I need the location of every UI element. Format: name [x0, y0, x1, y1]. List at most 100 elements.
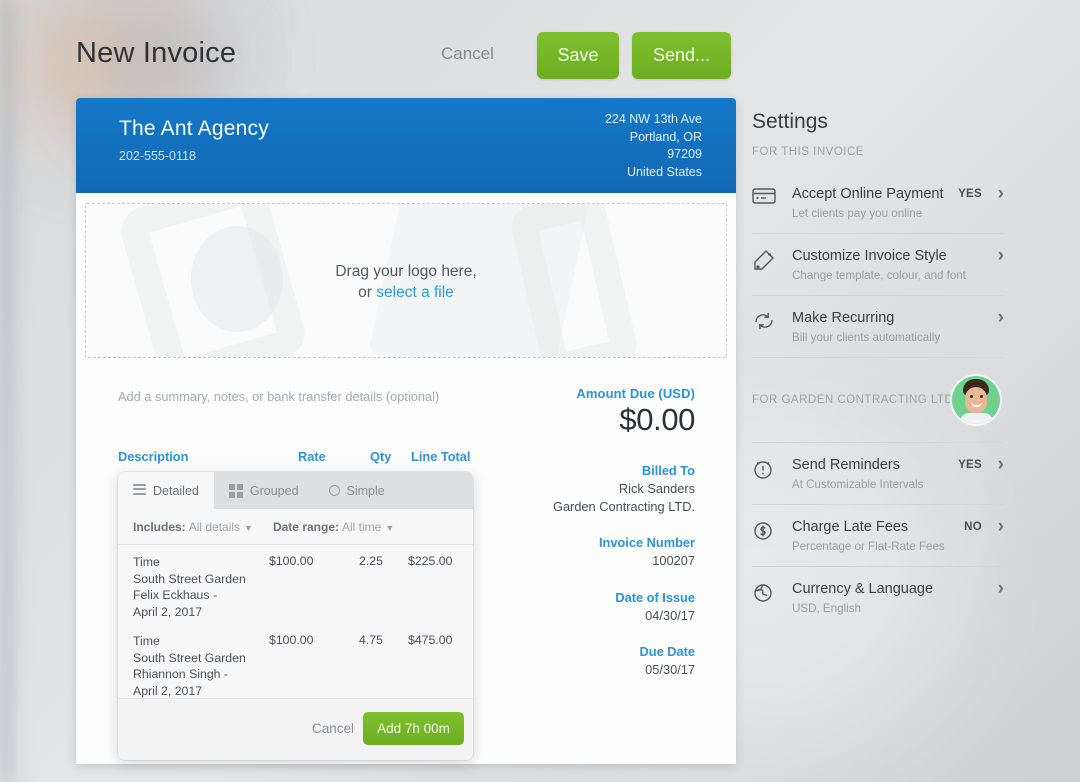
includes-filter[interactable]: Includes: All details ▼ [133, 520, 253, 534]
column-header-rate: Rate [298, 449, 326, 464]
popup-line-items: Time South Street Garden Felix Eckhaus -… [118, 544, 473, 703]
tab-grouped[interactable]: Grouped [214, 472, 314, 509]
setting-description: Percentage or Flat-Rate Fees [792, 540, 945, 553]
cancel-button[interactable]: Cancel [441, 44, 494, 64]
meta-value: 100207 [652, 553, 695, 568]
logo-dropzone[interactable]: Drag your logo here, or select a file [85, 203, 727, 358]
setting-name: Customize Invoice Style [792, 248, 947, 264]
column-header-line-total: Line Total [411, 449, 471, 464]
setting-charge-late-fees[interactable]: Charge Late Fees Percentage or Flat-Rate… [752, 504, 1004, 566]
table-row[interactable]: Time South Street Garden Rhiannon Singh … [133, 624, 458, 703]
row-rate: $100.00 [269, 554, 314, 568]
alarm-clock-icon [752, 458, 778, 480]
includes-label: Includes: [133, 519, 186, 534]
paint-roller-icon [752, 249, 778, 271]
row-total: $475.00 [408, 633, 453, 647]
select-file-link[interactable]: select a file [376, 284, 454, 301]
company-address[interactable]: 224 NW 13th Ave Portland, OR 97209 Unite… [605, 111, 702, 181]
popup-tabs: Detailed Grouped Simple [118, 472, 473, 509]
includes-value: All details [188, 519, 241, 534]
setting-description: USD, English [792, 602, 861, 615]
setting-send-reminders[interactable]: Send Reminders At Customizable Intervals… [752, 443, 1004, 504]
credit-card-icon [752, 187, 778, 209]
company-name[interactable]: The Ant Agency [119, 117, 269, 141]
status-badge: YES [958, 459, 982, 471]
meta-due-date[interactable]: Due Date 05/30/17 [553, 644, 695, 679]
save-button[interactable]: Save [537, 32, 619, 79]
avatar-eye-left [970, 395, 973, 398]
line-item-column-headers: Description Rate Qty Line Total [76, 449, 736, 467]
dropzone-line-1: Drag your logo here, [335, 263, 477, 280]
status-badge: NO [964, 521, 982, 533]
circle-icon [328, 485, 340, 496]
page-title: New Invoice [76, 37, 237, 69]
chevron-right-icon: › [997, 245, 1004, 266]
setting-description: Bill your clients automatically [792, 331, 941, 344]
setting-make-recurring[interactable]: Make Recurring Bill your clients automat… [752, 295, 1004, 357]
settings-list-top: Accept Online Payment Let clients pay yo… [752, 172, 1004, 357]
amount-due-value: $0.00 [619, 402, 695, 437]
meta-label: Due Date [639, 644, 695, 659]
setting-description: Change template, colour, and font [792, 269, 967, 282]
setting-name: Currency & Language [792, 581, 934, 597]
popup-add-button[interactable]: Add 7h 00m [363, 712, 464, 745]
notes-input[interactable]: Add a summary, notes, or bank transfer d… [118, 389, 439, 404]
status-badge: YES [958, 188, 982, 200]
chevron-right-icon: › [997, 454, 1004, 475]
settings-panel: Settings FOR THIS INVOICE Accept Online … [752, 110, 1004, 628]
tab-simple[interactable]: Simple [314, 472, 400, 509]
invoice-meta-block: Billed To Rick Sanders Garden Contractin… [553, 463, 695, 699]
background-edge-stripe [0, 0, 22, 782]
address-line-4: United States [626, 164, 702, 179]
chevron-right-icon: › [997, 578, 1004, 599]
avatar[interactable] [952, 376, 1000, 424]
address-line-2: Portland, OR [629, 129, 702, 144]
chevron-down-icon: ▼ [385, 522, 395, 533]
top-bar: New Invoice Cancel Save Send... [0, 0, 1080, 96]
settings-subtitle: FOR THIS INVOICE [752, 146, 864, 158]
date-range-value: All time [342, 519, 382, 534]
meta-date-of-issue[interactable]: Date of Issue 04/30/17 [553, 590, 695, 625]
dropzone-text: Drag your logo here, or select a file [86, 261, 726, 303]
dollar-circle-icon [752, 520, 778, 542]
table-row[interactable]: Time South Street Garden Felix Eckhaus -… [133, 545, 458, 624]
dropzone-or: or [358, 284, 377, 301]
client-row[interactable]: FOR GARDEN CONTRACTING LTD. [752, 357, 1004, 443]
amount-due-label: Amount Due (USD) [576, 386, 695, 401]
add-time-popup: Detailed Grouped Simple Includes: All det… [118, 472, 473, 760]
avatar-eye-right [980, 395, 983, 398]
meta-value: 04/30/17 [645, 607, 695, 623]
setting-currency-and-language[interactable]: Currency & Language USD, English › [752, 566, 1004, 628]
popup-cancel-button[interactable]: Cancel [312, 721, 354, 736]
meta-label: Invoice Number [598, 535, 695, 550]
popup-filters: Includes: All details ▼ Date range: All tim… [118, 509, 473, 544]
setting-description: Let clients pay you online [792, 207, 923, 220]
avatar-body [960, 413, 993, 424]
invoice-header: The Ant Agency 202-555-0118 224 NW 13th … [76, 98, 736, 193]
chevron-down-icon: ▼ [244, 522, 253, 533]
refresh-icon [752, 311, 778, 333]
dropzone-line-2: or select a file [86, 282, 726, 303]
date-range-filter[interactable]: Date range: All time ▼ [273, 520, 394, 534]
meta-billed-to[interactable]: Billed To Rick Sanders Garden Contractin… [553, 463, 695, 515]
row-total: $225.00 [408, 554, 453, 568]
settings-list-bottom: Send Reminders At Customizable Intervals… [752, 443, 1004, 628]
tab-label: Simple [346, 483, 385, 498]
grid-icon [228, 483, 243, 498]
setting-name: Make Recurring [792, 310, 895, 326]
send-button[interactable]: Send... [632, 32, 731, 79]
amount-due-block: Amount Due (USD) $0.00 [576, 386, 695, 438]
globe-icon [752, 582, 778, 604]
tab-label: Grouped [249, 483, 299, 498]
meta-invoice-number[interactable]: Invoice Number 100207 [553, 535, 695, 570]
company-phone[interactable]: 202-555-0118 [119, 149, 196, 163]
row-qty: 2.25 [359, 554, 383, 568]
chevron-right-icon: › [997, 516, 1004, 537]
chevron-right-icon: › [997, 183, 1004, 204]
row-qty: 4.75 [359, 633, 383, 647]
column-header-qty: Qty [370, 449, 392, 464]
tab-detailed[interactable]: Detailed [118, 472, 214, 509]
tab-label: Detailed [153, 483, 199, 498]
setting-customize-invoice-style[interactable]: Customize Invoice Style Change template,… [752, 233, 1004, 295]
setting-accept-online-payment[interactable]: Accept Online Payment Let clients pay yo… [752, 172, 1004, 233]
